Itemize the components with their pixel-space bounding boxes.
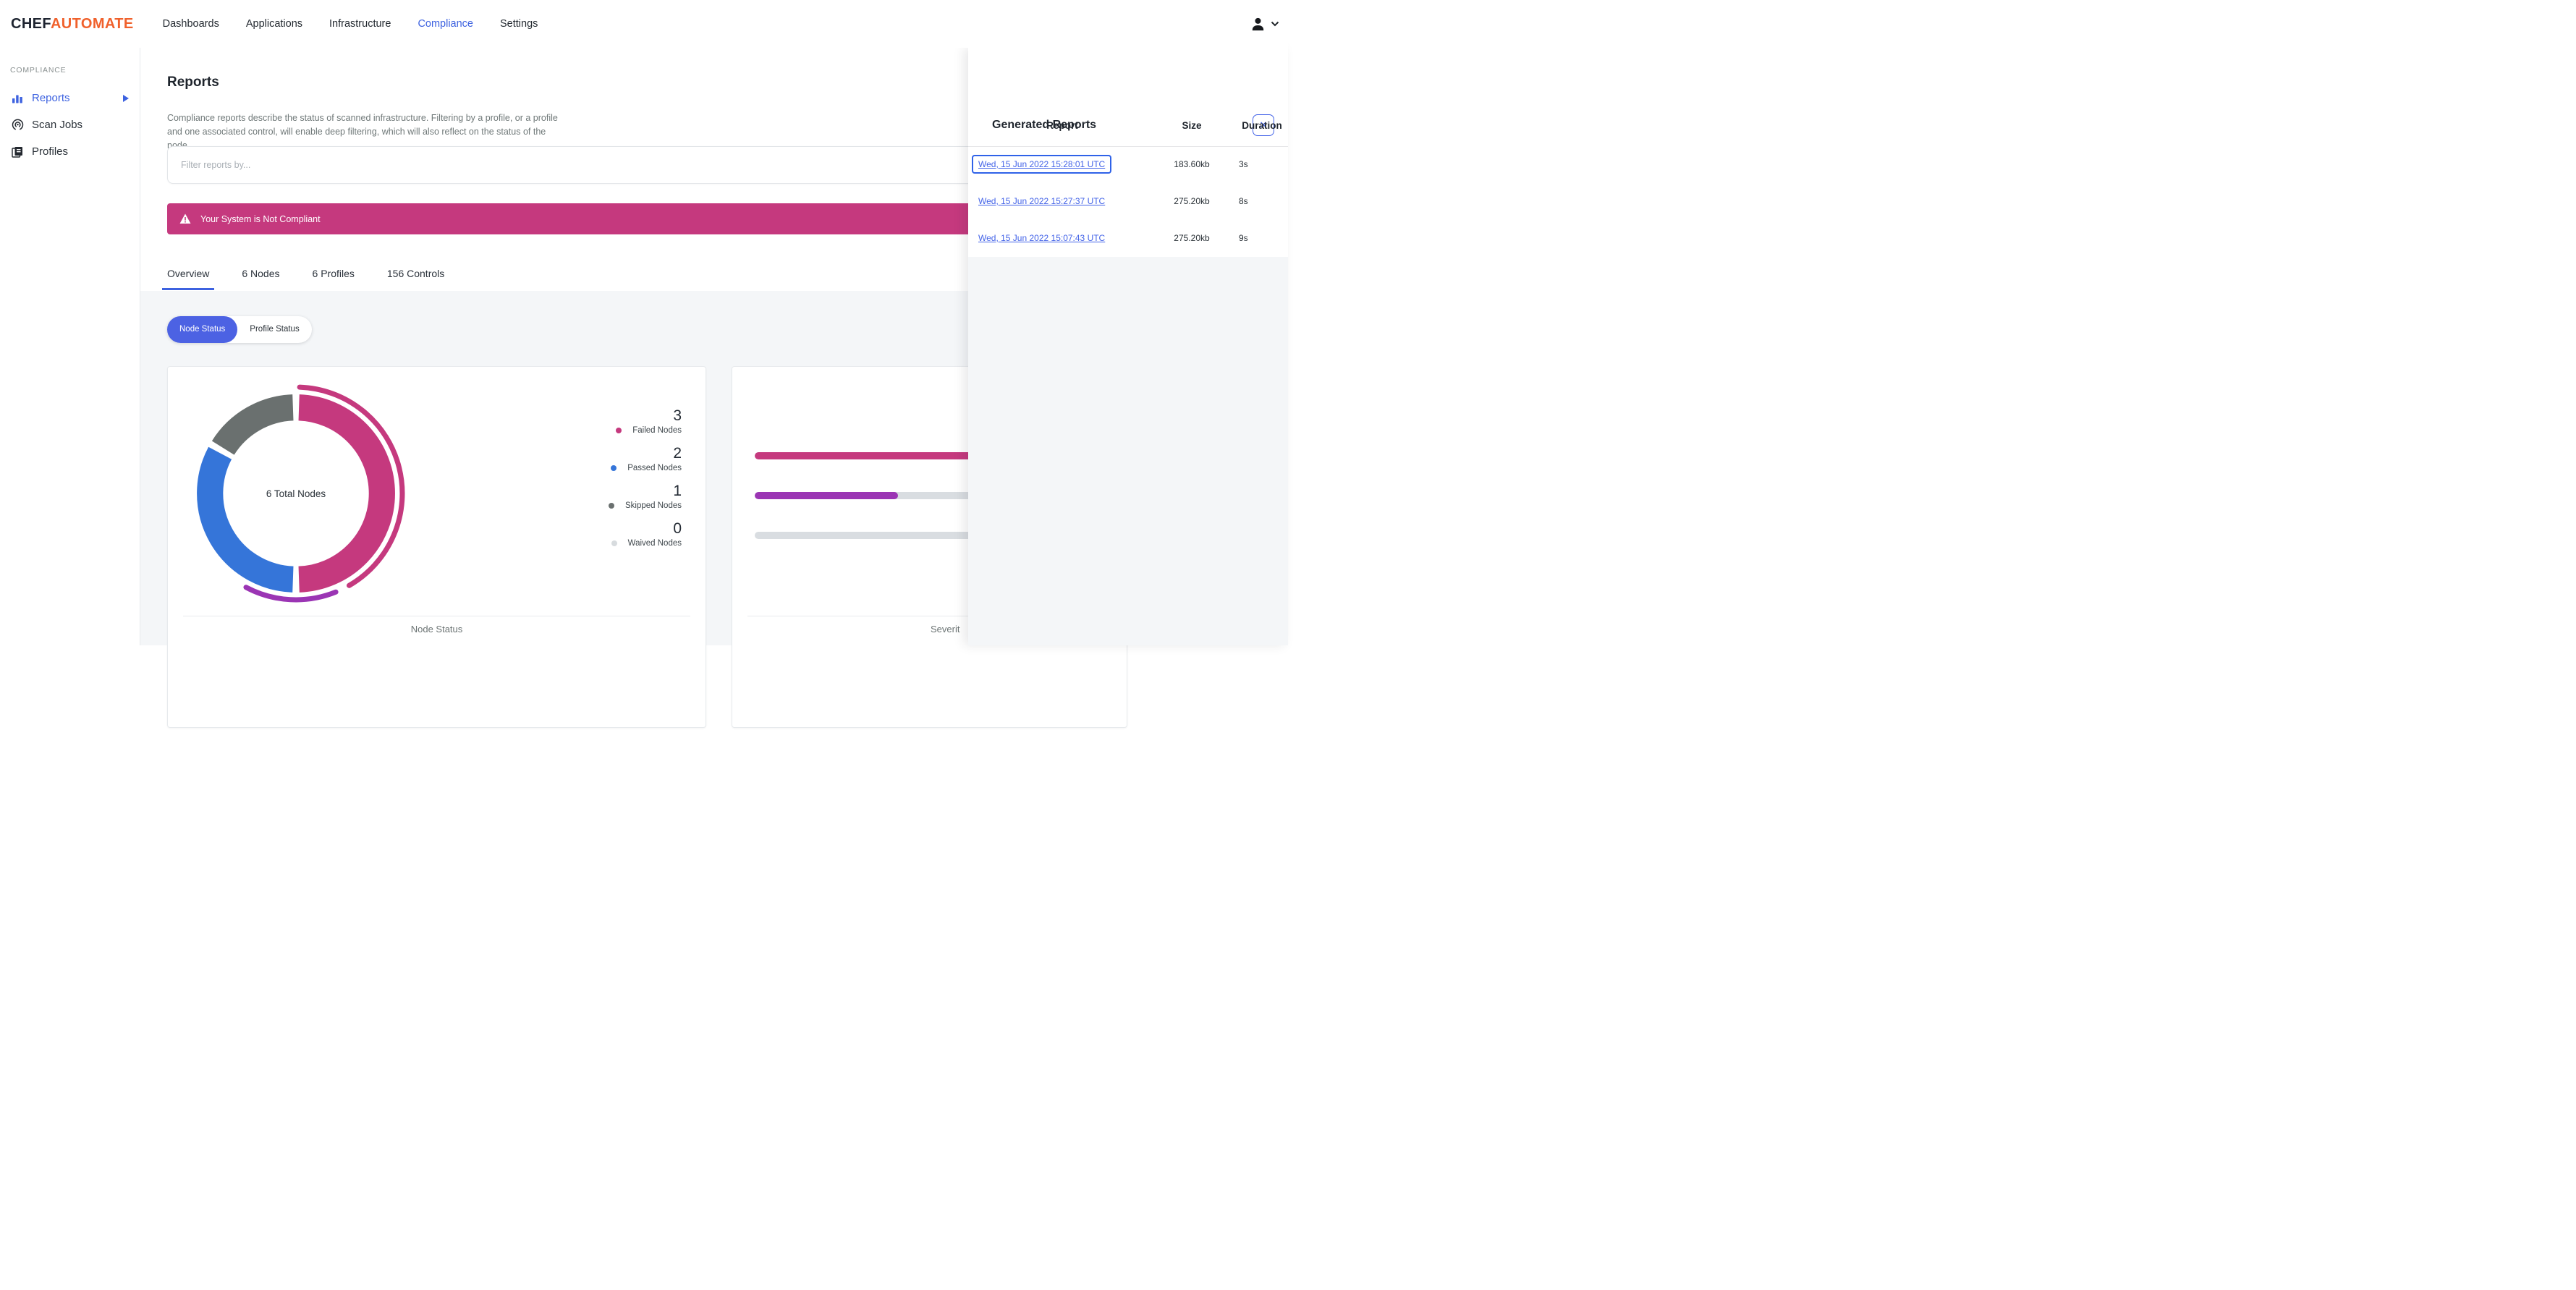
legend-value: 3 xyxy=(673,407,682,424)
skipped-dot-icon xyxy=(609,503,614,509)
tab-nodes[interactable]: 6 Nodes xyxy=(242,268,279,290)
report-link[interactable]: Wed, 15 Jun 2022 15:27:37 UTC xyxy=(978,196,1105,206)
legend-value: 2 xyxy=(673,445,682,462)
report-duration: 9s xyxy=(1239,233,1248,243)
node-status-donut-chart[interactable] xyxy=(187,384,405,603)
toggle-node-status[interactable]: Node Status xyxy=(167,316,238,343)
logo-automate: AUTOMATE xyxy=(50,15,134,32)
severity-caption: Severit xyxy=(931,624,960,635)
tab-controls[interactable]: 156 Controls xyxy=(387,268,444,290)
sidebar-item-reports[interactable]: Reports xyxy=(0,85,140,111)
report-size: 183.60kb xyxy=(1174,159,1210,169)
legend-label: Waived Nodes xyxy=(627,539,682,548)
drawer-content-area: Generated Reports ✕ Report Size Duration… xyxy=(968,48,1288,257)
tab-profiles[interactable]: 6 Profiles xyxy=(313,268,355,290)
profiles-icon xyxy=(11,146,24,158)
col-report: Report xyxy=(1046,120,1078,131)
sidebar-item-profiles[interactable]: Profiles xyxy=(0,138,140,165)
table-row: Wed, 15 Jun 2022 15:28:01 UTC 183.60kb 3… xyxy=(972,154,1289,174)
selected-report-outline: Wed, 15 Jun 2022 15:28:01 UTC xyxy=(972,155,1112,174)
warning-triangle-icon xyxy=(179,213,191,224)
scan-radar-icon xyxy=(11,119,24,131)
legend-value: 1 xyxy=(673,483,682,500)
compliance-sidebar: COMPLIANCE Reports Scan Jobs Profiles xyxy=(0,48,140,645)
node-status-legend: 3 Failed Nodes 2 Passed Nodes 1 Skipped … xyxy=(609,407,682,558)
report-tabs: Overview 6 Nodes 6 Profiles 156 Controls xyxy=(161,268,444,290)
generated-reports-drawer: Generated Reports ✕ Report Size Duration… xyxy=(968,48,1288,645)
report-duration: 8s xyxy=(1239,196,1248,206)
sidebar-expand-arrow-icon[interactable] xyxy=(123,94,129,102)
user-menu[interactable] xyxy=(1250,0,1279,48)
sidebar-item-label: Scan Jobs xyxy=(32,119,83,131)
col-duration: Duration xyxy=(1242,120,1282,131)
table-row: Wed, 15 Jun 2022 15:27:37 UTC 275.20kb 8… xyxy=(975,191,1289,211)
nav-infrastructure[interactable]: Infrastructure xyxy=(329,18,391,30)
sidebar-item-label: Reports xyxy=(32,92,70,104)
chevron-down-icon xyxy=(1271,21,1279,27)
passed-dot-icon xyxy=(611,465,617,472)
nav-compliance[interactable]: Compliance xyxy=(418,18,473,30)
failed-dot-icon xyxy=(616,428,622,434)
chef-automate-logo[interactable]: CHEFAUTOMATE xyxy=(11,16,134,33)
page-title: Reports xyxy=(167,74,219,90)
sidebar-item-scan-jobs[interactable]: Scan Jobs xyxy=(0,111,140,138)
tab-overview[interactable]: Overview xyxy=(161,268,215,290)
legend-label: Failed Nodes xyxy=(632,426,682,436)
col-size: Size xyxy=(1182,120,1202,131)
main-nav: Dashboards Applications Infrastructure C… xyxy=(163,18,538,30)
waived-dot-icon xyxy=(611,540,617,547)
sidebar-item-label: Profiles xyxy=(32,145,69,158)
report-size: 275.20kb xyxy=(1174,196,1210,206)
table-row: Wed, 15 Jun 2022 15:07:43 UTC 275.20kb 9… xyxy=(975,228,1289,248)
bar-chart-icon xyxy=(11,93,24,104)
toggle-profile-status[interactable]: Profile Status xyxy=(237,316,311,343)
reports-table-header: Report Size Duration xyxy=(975,120,1289,131)
nav-dashboards[interactable]: Dashboards xyxy=(163,18,219,30)
report-link[interactable]: Wed, 15 Jun 2022 15:28:01 UTC xyxy=(978,159,1105,169)
report-duration: 3s xyxy=(1239,159,1248,169)
nav-settings[interactable]: Settings xyxy=(500,18,538,30)
legend-label: Skipped Nodes xyxy=(625,501,682,511)
node-status-card: 6 Total Nodes 3 Failed Nodes 2 Passed No… xyxy=(167,366,706,728)
report-size: 275.20kb xyxy=(1174,233,1210,243)
nav-applications[interactable]: Applications xyxy=(246,18,302,30)
node-status-caption: Node Status xyxy=(410,624,463,635)
status-toggle: Node Status Profile Status xyxy=(167,316,312,343)
report-link[interactable]: Wed, 15 Jun 2022 15:07:43 UTC xyxy=(978,233,1105,243)
banner-text: Your System is Not Compliant xyxy=(200,213,321,224)
sidebar-section-label: COMPLIANCE xyxy=(10,66,67,75)
top-nav: CHEFAUTOMATE Dashboards Applications Inf… xyxy=(0,0,1288,48)
legend-value: 0 xyxy=(673,520,682,538)
person-icon xyxy=(1250,16,1266,33)
logo-chef: CHEF xyxy=(11,15,51,32)
legend-label: Passed Nodes xyxy=(627,464,682,473)
drawer-divider xyxy=(968,146,1288,147)
